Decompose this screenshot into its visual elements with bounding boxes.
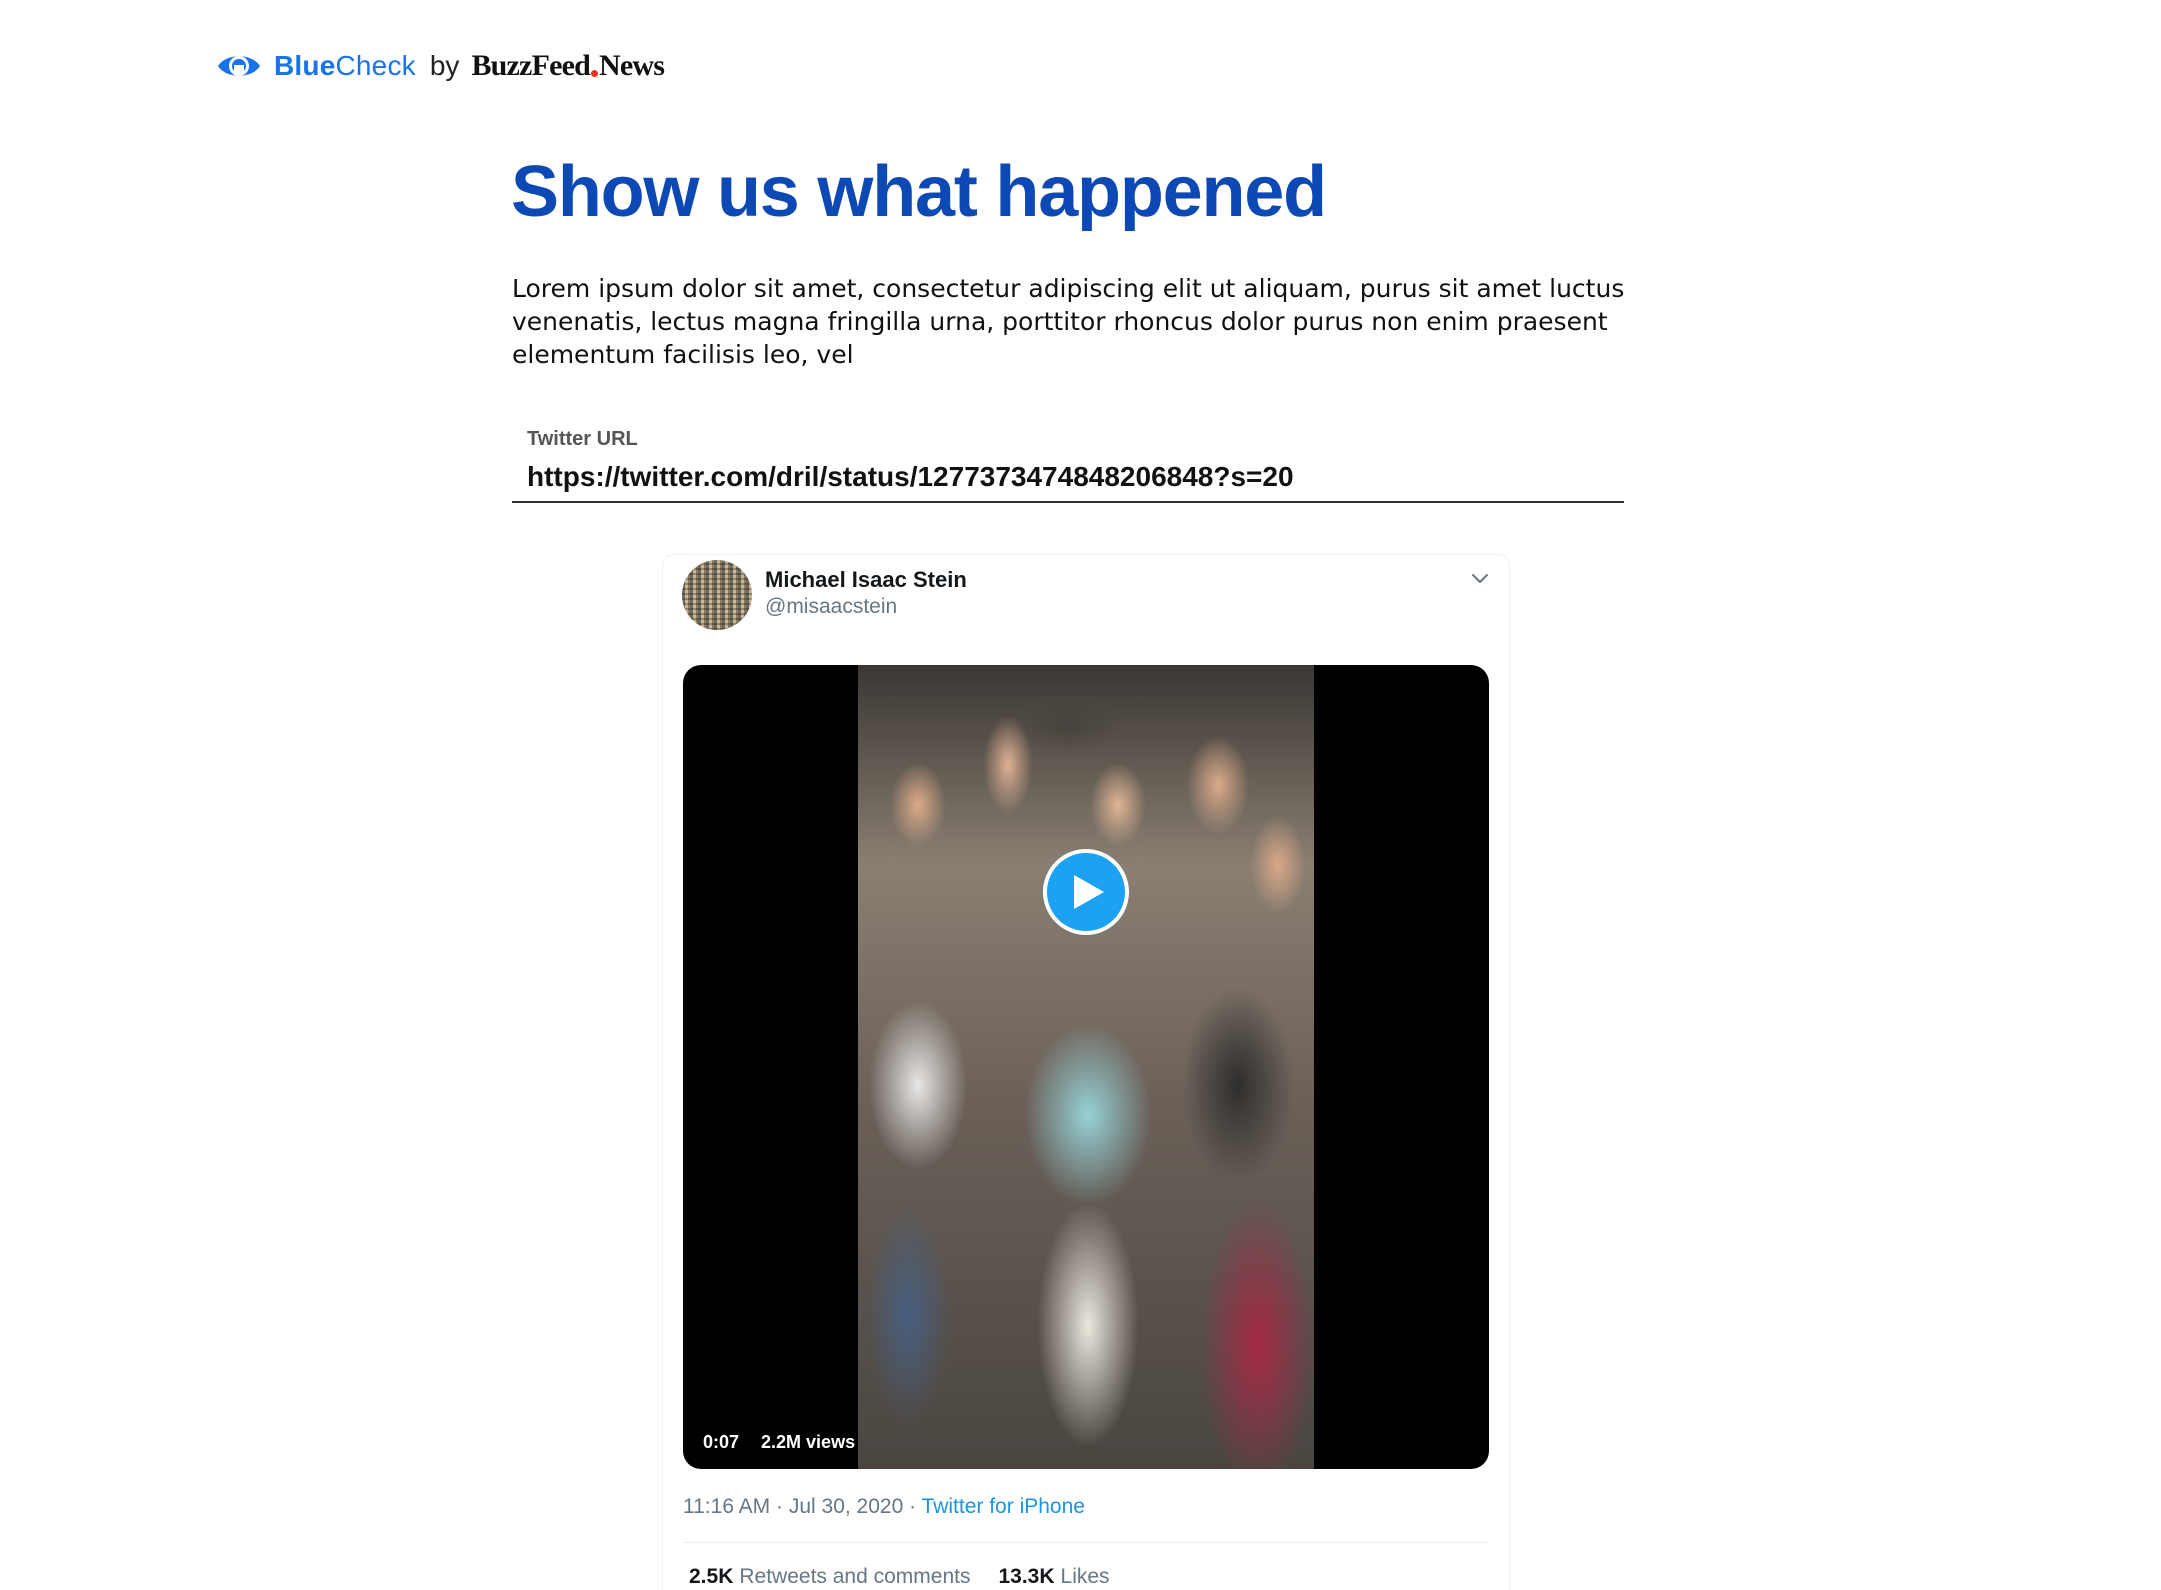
- brand-name: BlueCheck: [274, 50, 416, 81]
- tweet-author-handle[interactable]: @misaacstein: [765, 595, 897, 619]
- intro-text: Lorem ipsum dolor sit amet, consectetur …: [512, 274, 1625, 369]
- publisher-logo: BuzzFeed News: [471, 49, 665, 82]
- brand-by: by: [429, 50, 460, 81]
- publisher-dot: [591, 70, 599, 77]
- retweets-count: 2.5K: [689, 1565, 734, 1588]
- brand-logo[interactable]: BlueCheck by BuzzFeed News: [216, 46, 665, 86]
- likes-label: Likes: [1060, 1565, 1110, 1588]
- tweet-timestamp[interactable]: 11:16 AM · Jul 30, 2020 ·: [683, 1495, 922, 1518]
- tweet-author-name[interactable]: Michael Isaac Stein: [765, 567, 967, 593]
- twitter-url-field: Twitter URL: [512, 428, 1624, 503]
- video-views: 2.2M views: [761, 1432, 856, 1452]
- page-title: Show us what happened: [511, 152, 1327, 232]
- tweet-source[interactable]: Twitter for iPhone: [922, 1495, 1085, 1518]
- video-thumbnail: [858, 665, 1314, 1469]
- likes-stat[interactable]: 13.3K Likes: [998, 1565, 1109, 1589]
- avatar[interactable]: [682, 560, 752, 630]
- tweet-timestamp-row: 11:16 AM · Jul 30, 2020 · Twitter for iP…: [683, 1495, 1085, 1519]
- retweets-label: Retweets and comments: [739, 1565, 971, 1588]
- divider: [683, 1542, 1489, 1543]
- tweet-stats: 2.5K Retweets and comments 13.3K Likes: [689, 1565, 1110, 1589]
- tweet-video[interactable]: 0:07 2.2M views: [683, 665, 1489, 1469]
- chevron-down-icon[interactable]: [1471, 573, 1489, 585]
- tweet-embed[interactable]: Michael Isaac Stein @misaacstein 0:07 2.…: [662, 554, 1510, 1590]
- likes-count: 13.3K: [998, 1565, 1055, 1588]
- eye-icon: [218, 56, 260, 76]
- page: BlueCheck by BuzzFeed News Show us what h…: [0, 0, 2161, 1590]
- play-button[interactable]: [1043, 849, 1129, 935]
- video-duration: 0:07: [703, 1432, 740, 1452]
- video-meta: 0:07 2.2M views: [703, 1432, 855, 1453]
- twitter-url-input[interactable]: [512, 455, 1624, 503]
- twitter-url-label: Twitter URL: [527, 428, 638, 450]
- play-icon: [1074, 875, 1104, 909]
- retweets-stat[interactable]: 2.5K Retweets and comments: [689, 1565, 970, 1589]
